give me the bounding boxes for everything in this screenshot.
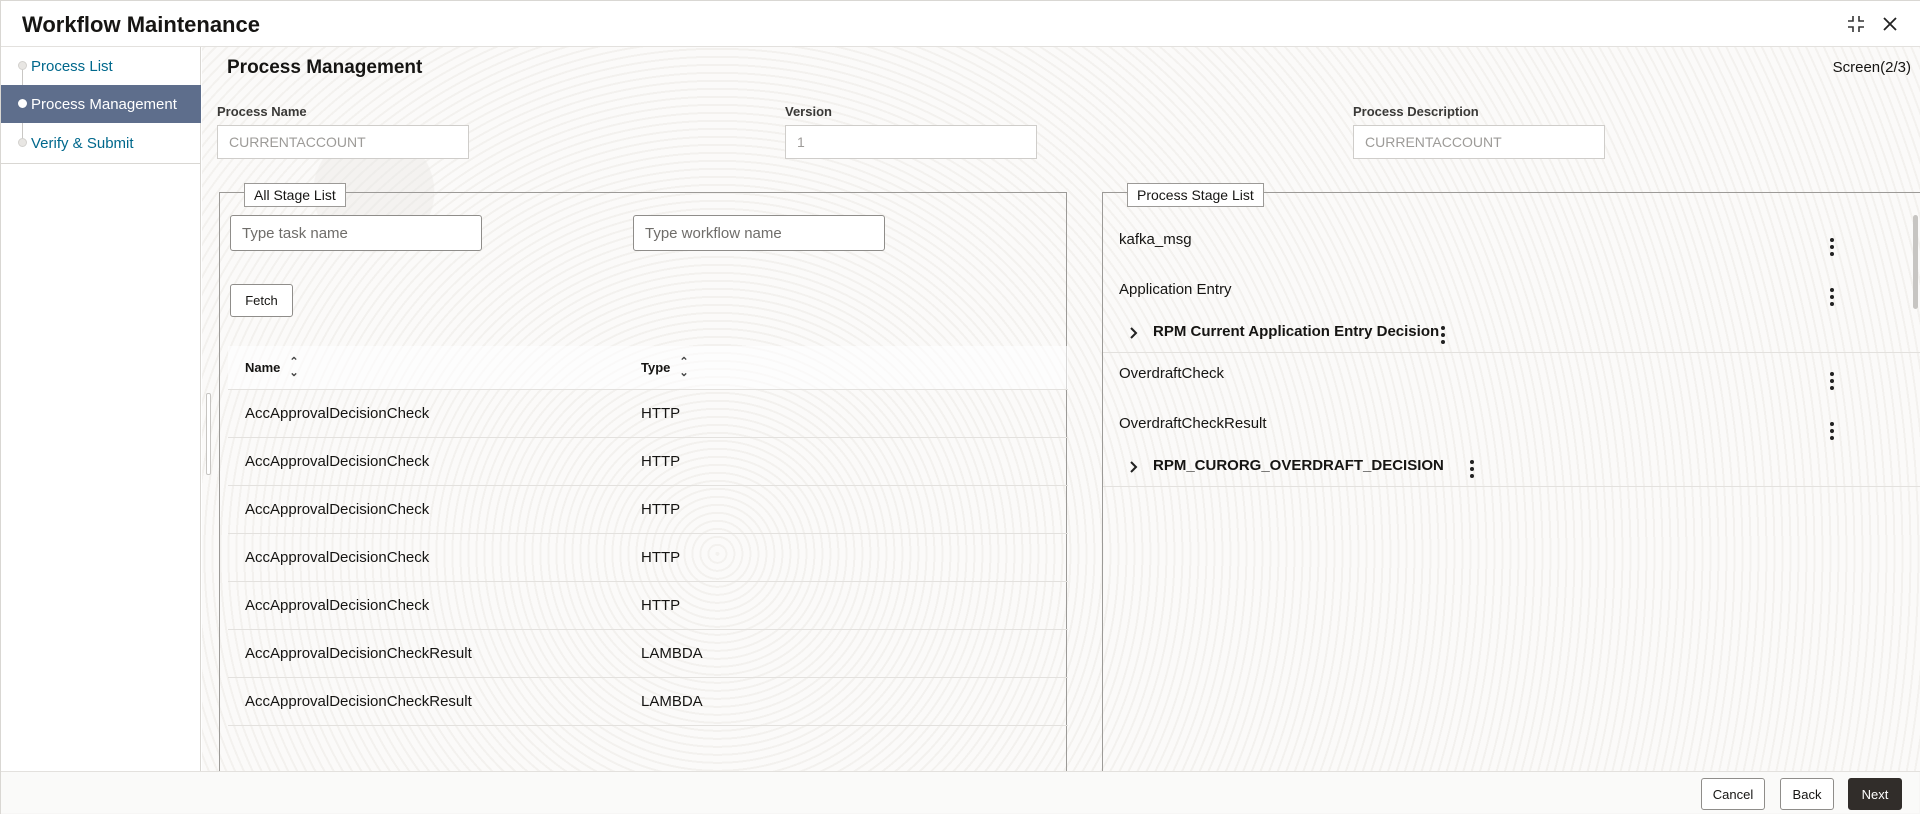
next-button[interactable]: Next [1848, 778, 1902, 810]
step-dot [18, 99, 27, 108]
cell-type: HTTP [641, 597, 681, 614]
more-options-icon[interactable] [1434, 323, 1452, 347]
version-field[interactable] [785, 125, 1037, 159]
compress-icon[interactable] [1843, 11, 1869, 37]
process-description-label: Process Description [1353, 104, 1479, 119]
window-header: Workflow Maintenance [1, 1, 1920, 47]
version-label: Version [785, 104, 832, 119]
decision-stage-label: RPM_CURORG_OVERDRAFT_DECISION [1153, 457, 1444, 474]
table-row[interactable]: AccApprovalDecisionCheckResult LAMBDA [228, 678, 1068, 726]
process-name-field[interactable] [217, 125, 469, 159]
cell-name: AccApprovalDecisionCheck [245, 549, 430, 566]
column-header-label: Type [641, 360, 671, 375]
column-header-name[interactable]: Name ⌃ ⌄ [228, 356, 641, 379]
sidebar-item-label: Verify & Submit [31, 134, 134, 152]
table-row[interactable]: AccApprovalDecisionCheck HTTP [228, 582, 1068, 630]
process-stage-list-legend: Process Stage List [1127, 183, 1264, 207]
stage-item-label[interactable]: OverdraftCheck [1119, 365, 1224, 382]
more-options-icon[interactable] [1823, 235, 1841, 259]
cell-name: AccApprovalDecisionCheckResult [245, 693, 472, 710]
process-name-label: Process Name [217, 104, 307, 119]
decision-stage-row[interactable]: RPM Current Application Entry Decision [1103, 313, 1920, 353]
main-content: Process Management Screen(2/3) Process N… [202, 47, 1920, 771]
window-title: Workflow Maintenance [22, 12, 260, 37]
task-name-search-input[interactable] [230, 215, 482, 251]
more-options-icon[interactable] [1463, 457, 1481, 481]
cancel-button[interactable]: Cancel [1701, 778, 1765, 810]
cell-type: HTTP [641, 453, 681, 470]
cell-name: AccApprovalDecisionCheck [245, 405, 430, 422]
step-dot [18, 61, 27, 70]
sidebar-item-process-list[interactable]: Process List [1, 47, 201, 85]
table-row[interactable]: AccApprovalDecisionCheck HTTP [228, 438, 1068, 486]
sort-icon[interactable]: ⌃ ⌄ [679, 356, 688, 379]
decision-stage-row[interactable]: RPM_CURORG_OVERDRAFT_DECISION [1103, 447, 1920, 487]
footer-bar: Cancel Back Next [1, 771, 1920, 814]
cell-type: LAMBDA [641, 645, 703, 662]
screen-indicator: Screen(2/3) [1832, 59, 1911, 76]
process-stage-list-panel: Process Stage List kafka_msg Application… [1102, 183, 1920, 771]
stage-item-label[interactable]: Application Entry [1119, 281, 1232, 298]
page-title: Process Management [227, 57, 423, 78]
table-row[interactable]: AccApprovalDecisionCheck HTTP [228, 534, 1068, 582]
sidebar-item-process-management[interactable]: Process Management [1, 85, 201, 123]
stage-item-label[interactable]: OverdraftCheckResult [1119, 415, 1267, 432]
table-header: Name ⌃ ⌄ Type ⌃ ⌄ [228, 346, 1068, 390]
more-options-icon[interactable] [1823, 369, 1841, 393]
cell-name: AccApprovalDecisionCheck [245, 597, 430, 614]
sort-icon[interactable]: ⌃ ⌄ [289, 356, 298, 379]
table-row[interactable]: AccApprovalDecisionCheckResult LAMBDA [228, 630, 1068, 678]
workflow-maintenance-window: Workflow Maintenance Process List Proces… [0, 0, 1920, 814]
sidebar-item-verify-submit[interactable]: Verify & Submit [1, 124, 201, 162]
fetch-button[interactable]: Fetch [230, 284, 293, 317]
sidebar-item-label: Process List [31, 57, 113, 75]
table-row[interactable]: AccApprovalDecisionCheck HTTP [228, 486, 1068, 534]
column-header-type[interactable]: Type ⌃ ⌄ [641, 356, 1041, 379]
cell-type: HTTP [641, 549, 681, 566]
process-description-field[interactable] [1353, 125, 1605, 159]
cell-type: HTTP [641, 405, 681, 422]
cell-name: AccApprovalDecisionCheckResult [245, 645, 472, 662]
stage-table: Name ⌃ ⌄ Type ⌃ ⌄ AccApprovalDecisionCheck… [228, 346, 1068, 726]
cell-name: AccApprovalDecisionCheck [245, 501, 430, 518]
wizard-sidebar: Process List Process Management Verify &… [1, 47, 201, 771]
all-stage-list-legend: All Stage List [244, 183, 346, 207]
table-row[interactable]: AccApprovalDecisionCheck HTTP [228, 390, 1068, 438]
decision-stage-label: RPM Current Application Entry Decision [1153, 323, 1440, 340]
step-dot [18, 138, 27, 147]
panel-splitter-handle[interactable] [206, 393, 211, 475]
all-stage-list-panel: All Stage List Fetch Name ⌃⌄ Type ⌃⌄ Acc… [219, 183, 1068, 771]
sidebar-item-label: Process Management [31, 95, 177, 113]
more-options-icon[interactable] [1823, 419, 1841, 443]
cell-type: LAMBDA [641, 693, 703, 710]
sidebar-divider [1, 163, 201, 164]
stage-item-label[interactable]: kafka_msg [1119, 231, 1192, 248]
back-button[interactable]: Back [1780, 778, 1834, 810]
column-header-label: Name [245, 360, 281, 375]
close-icon[interactable] [1877, 11, 1903, 37]
chevron-right-icon[interactable] [1125, 459, 1141, 475]
vertical-scrollbar[interactable] [1913, 215, 1918, 309]
more-options-icon[interactable] [1823, 285, 1841, 309]
chevron-right-icon[interactable] [1125, 325, 1141, 341]
cell-name: AccApprovalDecisionCheck [245, 453, 430, 470]
cell-type: HTTP [641, 501, 681, 518]
workflow-name-search-input[interactable] [633, 215, 885, 251]
